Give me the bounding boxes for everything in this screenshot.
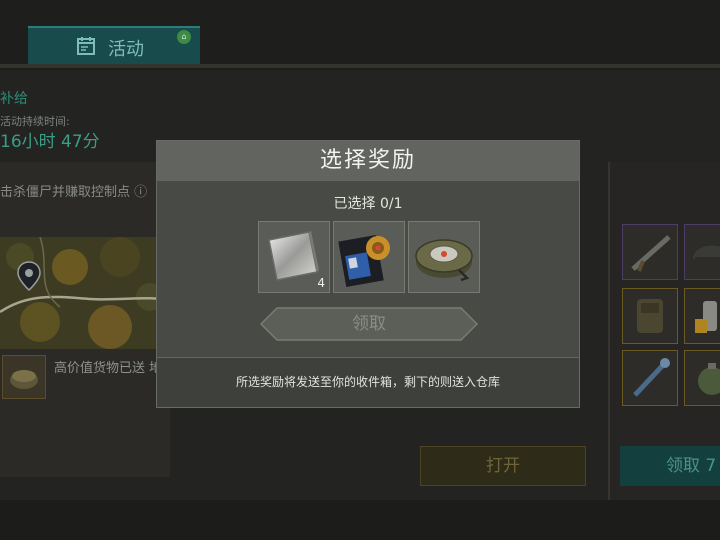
dialog-title: 选择奖励: [319, 148, 416, 173]
rifle-icon: [631, 235, 671, 272]
tab-activities[interactable]: 活动: [28, 26, 200, 64]
map-terrain: [0, 237, 170, 349]
preview-slot-supplies[interactable]: [684, 288, 720, 344]
preview-slot-vest[interactable]: [622, 288, 678, 344]
choose-reward-dialog: 选择奖励 已选择 0/1 4 领取 所选奖励将发送至你的收件箱，剩下的则送入仓库: [156, 140, 580, 408]
duration-value: 16小时 47分: [0, 132, 100, 152]
badge-wallet-icon: [338, 235, 390, 287]
calendar-icon: [77, 37, 95, 55]
dialog-claim-button[interactable]: 领取: [259, 306, 479, 342]
selection-count: 已选择 0/1: [333, 196, 403, 212]
preview-slot-helmet[interactable]: [684, 224, 720, 280]
grenade-icon: [698, 363, 720, 395]
dialog-footer-note: 所选奖励将发送至你的收件箱，剩下的则送入仓库: [235, 375, 500, 389]
helmet-icon: [693, 245, 720, 263]
top-bar-divider: [0, 64, 720, 68]
vest-icon: [637, 299, 663, 333]
landmine-icon: [415, 239, 473, 282]
home-badge-icon: ⌂: [177, 30, 191, 44]
game-screen: 活动 ⌂ 补给 活动持续时间: 16小时 47分 击杀僵尸并赚取控制点 ⓘ 高价…: [0, 0, 720, 540]
tab-activities-label: 活动: [108, 39, 144, 60]
cargo-crate-icon: [10, 370, 38, 389]
map-marker-icon: [17, 261, 41, 291]
reward-option-metal-plate[interactable]: 4: [258, 221, 330, 293]
dialog-footer: 所选奖励将发送至你的收件箱，剩下的则送入仓库: [157, 358, 579, 407]
reward-option-landmine[interactable]: [408, 221, 480, 293]
reward-option-badge-wallet[interactable]: [333, 221, 405, 293]
claim-button[interactable]: 领取 7: [620, 446, 720, 486]
event-name: 补给: [0, 91, 28, 107]
event-description: 击杀僵尸并赚取控制点 ⓘ: [0, 185, 148, 200]
reward-quantity: 4: [317, 276, 325, 290]
supplies-icon: [695, 301, 717, 333]
bottom-strip: [0, 500, 720, 540]
preview-slot-tool[interactable]: [622, 350, 678, 406]
event-map[interactable]: [0, 237, 170, 349]
preview-slot-rifle[interactable]: [622, 224, 678, 280]
dialog-claim-label: 领取: [352, 314, 386, 334]
open-button[interactable]: 打开: [420, 446, 586, 486]
preview-slot-grenade[interactable]: [684, 350, 720, 406]
tool-icon: [633, 358, 670, 397]
cargo-item-slot[interactable]: [2, 355, 46, 399]
